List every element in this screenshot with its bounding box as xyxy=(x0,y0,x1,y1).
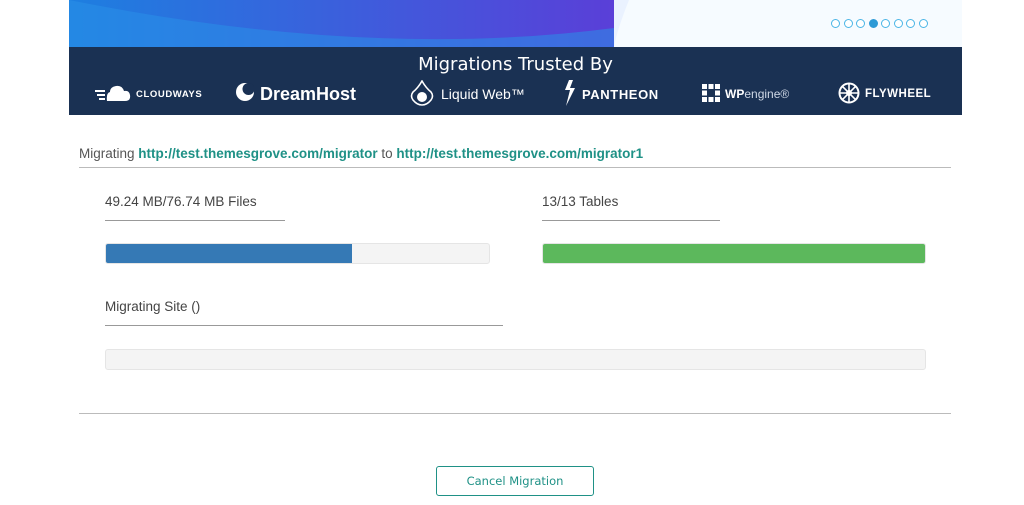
grid-icon xyxy=(702,83,720,105)
liquidweb-wordmark: Liquid Web™ xyxy=(441,86,525,102)
dreamhost-wordmark: DreamHost xyxy=(260,83,357,104)
slider-dot[interactable] xyxy=(918,19,928,28)
pantheon-logo: PANTHEON xyxy=(563,79,659,106)
hero-banner xyxy=(69,0,962,47)
hero-wave-graphic xyxy=(69,0,629,47)
slider-dot[interactable] xyxy=(831,19,840,28)
pantheon-wordmark: PANTHEON xyxy=(582,86,659,102)
dreamhost-logo: DreamHost xyxy=(235,82,357,107)
flywheel-wordmark: FLYWHEEL xyxy=(865,88,932,100)
slider-dot[interactable] xyxy=(881,19,890,28)
source-url-link[interactable]: http://test.themesgrove.com/migrator xyxy=(138,146,377,161)
tables-progress-bar xyxy=(542,243,926,264)
top-divider xyxy=(79,167,951,168)
slider-dots[interactable] xyxy=(831,19,928,28)
slider-dot[interactable] xyxy=(893,19,903,28)
liquidweb-logo: Liquid Web™ xyxy=(408,78,525,106)
cancel-migration-button[interactable]: Cancel Migration xyxy=(436,466,594,496)
cloudways-wordmark: CLOUDWAYS xyxy=(136,88,203,100)
slider-dot[interactable] xyxy=(843,19,853,28)
files-label-underline xyxy=(105,220,285,221)
slider-dot[interactable] xyxy=(906,19,915,28)
wpengine-logo: WP engine® xyxy=(702,83,790,105)
trusted-band: Migrations Trusted By CLOUDWAYS DreamHos… xyxy=(69,47,962,115)
droplet-icon xyxy=(408,78,436,109)
site-label-underline xyxy=(105,325,503,326)
migration-summary: Migrating http://test.themesgrove.com/mi… xyxy=(79,146,643,161)
bolt-icon xyxy=(563,79,577,109)
wpengine-wordmark-bold: WP xyxy=(725,87,745,101)
slider-dot[interactable] xyxy=(856,19,865,28)
tables-progress-fill xyxy=(543,244,925,263)
files-progress-fill xyxy=(106,244,352,263)
migration-prefix: Migrating xyxy=(79,146,135,161)
site-progress-bar xyxy=(105,349,926,370)
cloud-icon xyxy=(95,83,131,106)
moon-icon xyxy=(235,82,255,107)
files-progress-bar xyxy=(105,243,490,264)
files-progress-label: 49.24 MB/76.74 MB Files xyxy=(105,194,257,209)
site-progress-label: Migrating Site () xyxy=(105,299,201,314)
tables-progress-label: 13/13 Tables xyxy=(542,194,619,209)
slider-dot[interactable] xyxy=(868,19,878,28)
wheel-icon xyxy=(838,82,860,107)
wpengine-wordmark-light: engine® xyxy=(744,87,790,101)
cloudways-logo: CLOUDWAYS xyxy=(95,85,202,103)
target-url-link[interactable]: http://test.themesgrove.com/migrator1 xyxy=(396,146,643,161)
bottom-divider xyxy=(79,413,951,414)
trusted-title: Migrations Trusted By xyxy=(418,54,613,75)
migration-joiner: to xyxy=(381,146,393,161)
flywheel-logo: FLYWHEEL xyxy=(838,82,932,103)
tables-label-underline xyxy=(542,220,720,221)
